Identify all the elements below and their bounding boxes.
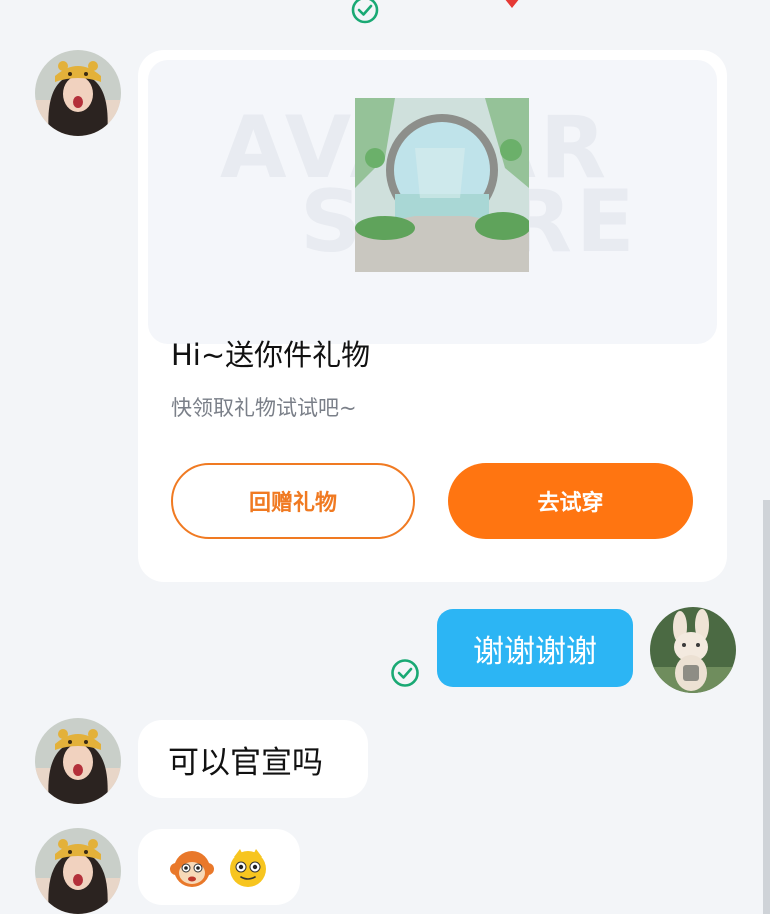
contact-avatar[interactable] xyxy=(35,828,121,914)
received-message-text: 可以官宣吗 xyxy=(168,744,323,781)
gift-preview-image[interactable] xyxy=(355,98,531,272)
monkey-emoji-icon xyxy=(168,843,216,891)
yellow-face-emoji-icon xyxy=(224,843,272,891)
received-message-bubble[interactable]: 可以官宣吗 xyxy=(138,720,368,798)
my-avatar[interactable] xyxy=(650,607,736,693)
emoji-message-bubble[interactable] xyxy=(138,829,300,905)
contact-avatar[interactable] xyxy=(35,50,121,136)
scrollbar[interactable] xyxy=(763,500,770,914)
card-title: Hi~送你件礼物 xyxy=(171,338,371,372)
gift-card: AVATAR STORE Hi~送你件礼物 快领取礼物试试吧~ 回赠礼物 去试穿 xyxy=(138,50,727,582)
card-subtitle: 快领取礼物试试吧~ xyxy=(171,396,357,420)
contact-avatar[interactable] xyxy=(35,718,121,804)
sent-message-bubble[interactable]: 谢谢谢谢 xyxy=(437,609,633,687)
read-check-icon xyxy=(351,0,379,24)
sent-message-text: 谢谢谢谢 xyxy=(473,633,597,670)
try-on-button[interactable]: 去试穿 xyxy=(448,463,693,539)
partial-red-icon xyxy=(492,0,532,12)
return-gift-button[interactable]: 回赠礼物 xyxy=(171,463,415,539)
gift-image-area: AVATAR STORE xyxy=(148,60,717,344)
read-check-icon xyxy=(390,658,420,688)
